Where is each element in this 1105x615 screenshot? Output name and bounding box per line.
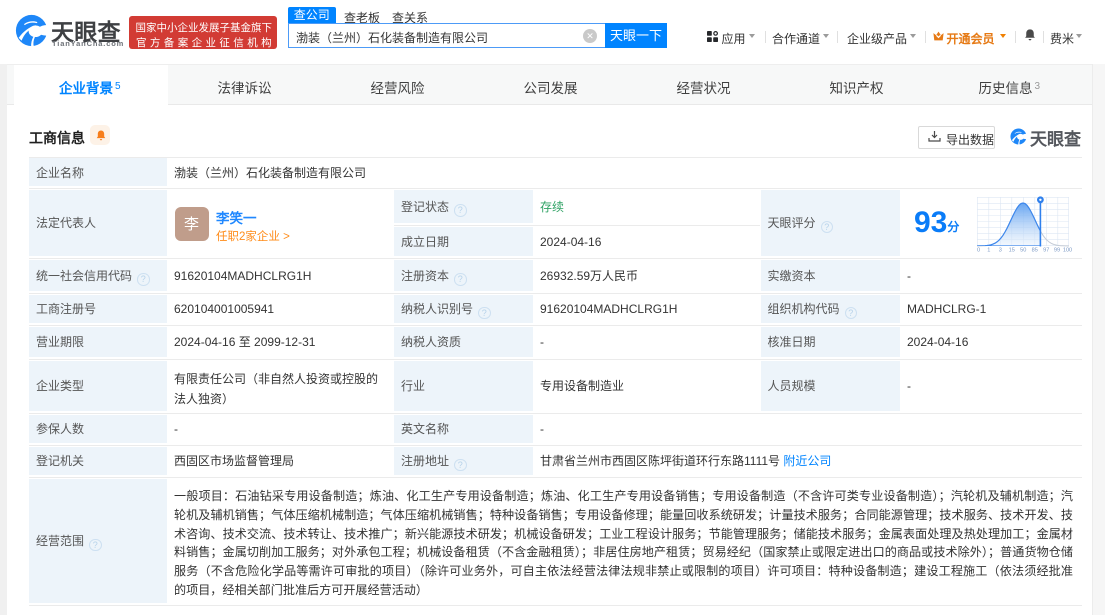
svg-text:0: 0 [977,248,980,254]
svg-text:99: 99 [1054,248,1060,254]
svg-text:50: 50 [1020,248,1026,254]
svg-text:85: 85 [1032,248,1038,254]
svg-text:1: 1 [987,248,990,254]
svg-text:97: 97 [1043,248,1049,254]
svg-text:15: 15 [1009,248,1015,254]
svg-text:100: 100 [1063,248,1072,254]
svg-text:3: 3 [999,248,1002,254]
